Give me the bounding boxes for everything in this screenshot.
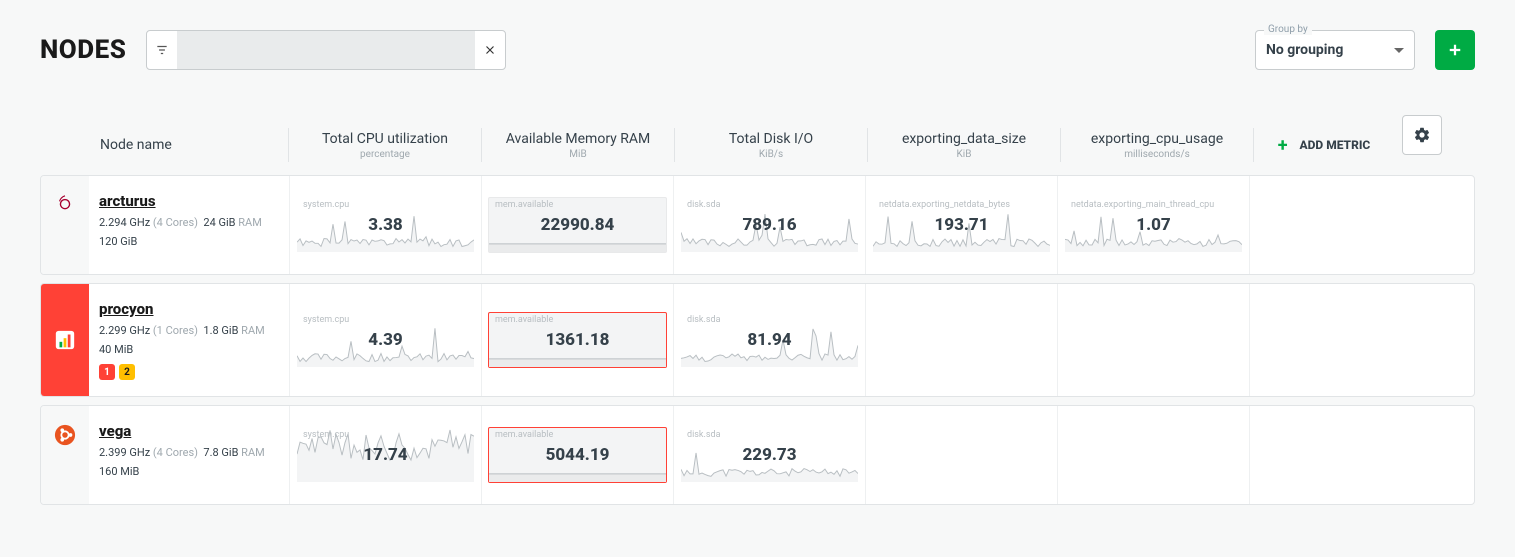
settings-button[interactable] [1402,115,1442,155]
metric-cell[interactable]: mem.available 1361.18 [481,284,673,396]
metric-cell[interactable] [865,284,1057,396]
os-indicator [41,284,89,396]
node-meta-cpu: 2.294 GHz (4 Cores) 24 GiB RAM [99,216,279,229]
col-disk: Total Disk I/O [729,131,813,147]
sparkline: system.cpu 17.74 [296,427,475,483]
node-info: arcturus 2.294 GHz (4 Cores) 24 GiB RAM … [89,176,289,274]
node-row: arcturus 2.294 GHz (4 Cores) 24 GiB RAM … [40,175,1475,275]
node-name-link[interactable]: procyon [99,300,279,318]
group-by-label: Group by [1264,24,1312,35]
metric-value: 22990.84 [489,198,666,252]
os-indicator [41,176,89,274]
add-metric-button[interactable]: + ADD METRIC [1254,115,1394,175]
sparkline: disk.sda 81.94 [680,312,859,368]
group-by-select[interactable]: Group by No grouping [1255,30,1415,70]
node-name-link[interactable]: vega [99,422,279,440]
metric-cell[interactable]: mem.available 5044.19 [481,406,673,504]
plus-icon: + [1278,135,1288,156]
col-export-cpu: exporting_cpu_usage [1091,131,1223,147]
ubuntu-icon [54,424,76,446]
node-meta-disk: 40 MiB [99,343,279,356]
metric-cell[interactable]: disk.sda 81.94 [673,284,865,396]
metric-cell[interactable]: disk.sda 229.73 [673,406,865,504]
node-meta-cpu: 2.299 GHz (1 Cores) 1.8 GiB RAM [99,324,279,337]
col-memory: Available Memory RAM [506,131,651,147]
sparkline: disk.sda 229.73 [680,427,859,483]
sparkline: system.cpu 4.39 [296,312,475,368]
metric-cell[interactable]: system.cpu 4.39 [289,284,481,396]
sparkline: mem.available 22990.84 [488,197,667,253]
metric-value: 3.38 [297,198,474,252]
metric-value: 4.39 [297,313,474,367]
col-node-name: Node name [100,137,172,153]
filter-input[interactable] [177,31,475,69]
node-meta-disk: 160 MiB [99,465,279,478]
sparkline: mem.available 1361.18 [488,312,667,368]
metric-cell[interactable] [1057,406,1249,504]
node-meta-disk: 120 GiB [99,235,279,248]
filter-icon [147,43,177,57]
add-button[interactable] [1435,30,1475,70]
critical-badge[interactable]: 1 [99,364,115,380]
metric-cell[interactable]: disk.sda 789.16 [673,176,865,274]
filter-container [146,30,506,70]
metric-cell[interactable]: netdata.exporting_netdata_bytes 193.71 [865,176,1057,274]
chevron-down-icon [1394,48,1404,53]
col-cpu: Total CPU utilization [322,131,448,147]
column-headers: Node name Total CPU utilization percenta… [40,115,1475,175]
metric-value: 789.16 [681,198,858,252]
alert-badges: 1 2 [99,364,279,380]
metric-cell[interactable]: system.cpu 3.38 [289,176,481,274]
clear-filter-button[interactable] [475,43,505,57]
group-by-value: No grouping [1266,42,1343,58]
metric-cell[interactable]: system.cpu 17.74 [289,406,481,504]
metric-value: 229.73 [681,428,858,482]
metric-value: 1.07 [1065,198,1242,252]
col-export-size: exporting_data_size [902,131,1026,147]
metric-cell[interactable]: netdata.exporting_main_thread_cpu 1.07 [1057,176,1249,274]
node-info: procyon 2.299 GHz (1 Cores) 1.8 GiB RAM … [89,284,289,396]
node-name-link[interactable]: arcturus [99,192,279,210]
os-indicator [41,406,89,504]
metric-cell[interactable] [1057,284,1249,396]
node-meta-cpu: 2.399 GHz (4 Cores) 7.8 GiB RAM [99,446,279,459]
sparkline: disk.sda 789.16 [680,197,859,253]
page-title: NODES [40,35,126,65]
warning-badge[interactable]: 2 [119,364,135,380]
metric-cell[interactable] [865,406,1057,504]
metric-cell[interactable]: mem.available 22990.84 [481,176,673,274]
sparkline: netdata.exporting_main_thread_cpu 1.07 [1064,197,1243,253]
metric-value: 81.94 [681,313,858,367]
metric-value: 5044.19 [489,428,666,482]
netdata-icon [54,329,76,351]
node-row: vega 2.399 GHz (4 Cores) 7.8 GiB RAM 160… [40,405,1475,505]
node-info: vega 2.399 GHz (4 Cores) 7.8 GiB RAM 160… [89,406,289,504]
debian-icon [54,194,76,216]
metric-value: 1361.18 [489,313,666,367]
metric-value: 17.74 [297,428,474,482]
metric-value: 193.71 [873,198,1050,252]
node-row: procyon 2.299 GHz (1 Cores) 1.8 GiB RAM … [40,283,1475,397]
sparkline: mem.available 5044.19 [488,427,667,483]
sparkline: system.cpu 3.38 [296,197,475,253]
sparkline: netdata.exporting_netdata_bytes 193.71 [872,197,1051,253]
gear-icon [1413,126,1431,144]
